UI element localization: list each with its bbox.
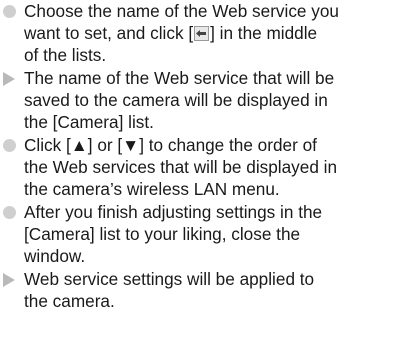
- list-item: The name of the Web service that will be…: [0, 67, 396, 134]
- text-line: saved to the camera will be displayed in: [24, 90, 328, 111]
- text-line: Click [▲] or [▼] to change the order of: [24, 135, 317, 155]
- text-line: want to set, and click [ ] in the middle: [24, 22, 396, 44]
- bullet-icon: [3, 139, 16, 152]
- text-line: the camera.: [24, 291, 115, 312]
- text-line: the Web services that will be displayed …: [24, 157, 338, 178]
- text-line: [Camera] list to your liking, close the: [24, 224, 301, 245]
- bullet-icon: [3, 5, 16, 18]
- text-line: Choose the name of the Web service you: [24, 1, 339, 21]
- text-line: the camera’s wireless LAN menu.: [24, 179, 280, 200]
- text-line: the [Camera] list.: [24, 112, 154, 133]
- bullet-icon: [3, 206, 16, 219]
- text-line: After you finish adjusting settings in t…: [24, 202, 323, 222]
- instruction-list: Choose the name of the Web service you w…: [0, 0, 396, 362]
- move-left-arrow-icon: [194, 26, 210, 42]
- text-line: of the lists.: [24, 45, 107, 66]
- text-line: The name of the Web service that will be: [24, 68, 335, 88]
- text-line: Web service settings will be applied to: [24, 269, 315, 289]
- text-line: window.: [24, 246, 86, 267]
- list-item: Web service settings will be applied to …: [0, 268, 396, 312]
- list-item: Click [▲] or [▼] to change the order of …: [0, 134, 396, 201]
- list-item: After you finish adjusting settings in t…: [0, 201, 396, 268]
- text-fragment: ] in the middle: [210, 23, 318, 44]
- result-arrow-icon: [3, 273, 15, 287]
- text-fragment: want to set, and click [: [24, 23, 194, 44]
- result-arrow-icon: [3, 72, 15, 86]
- list-item: Choose the name of the Web service you w…: [0, 0, 396, 67]
